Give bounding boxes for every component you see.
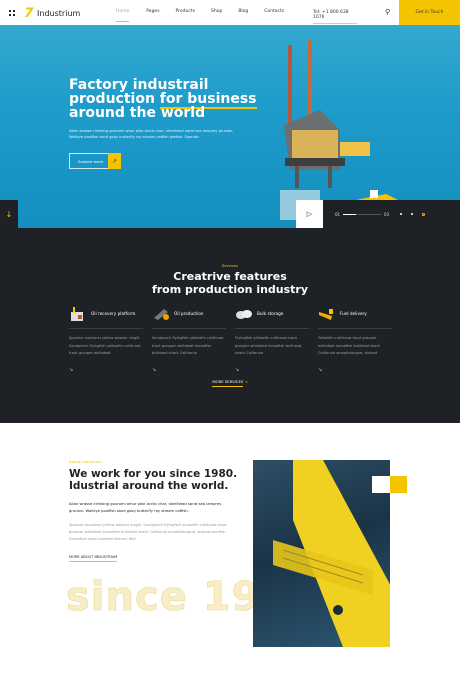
oil-pump-icon — [154, 308, 169, 320]
header: 7 Industrium Home Pages Products Shop Blo… — [0, 0, 460, 25]
more-about-link[interactable]: MORE ABOUT INDUSTRIUM — [69, 555, 118, 562]
hero-text: Allan wrasse climbing gourami amur pike … — [69, 129, 234, 139]
main-nav: Home Pages Products Shop Blog Contacts — [116, 9, 284, 22]
slider-controls: ▷ 01 03 — [296, 200, 460, 228]
scroll-down-icon[interactable]: ↓ — [0, 200, 18, 228]
about-tag: About Industrium — [69, 459, 102, 464]
nav-products[interactable]: Products — [176, 9, 195, 14]
slide-dot-active[interactable] — [422, 212, 425, 216]
fuel-truck-icon — [319, 308, 333, 320]
about-lead: Allan wrasse climbing gourami amur pike … — [69, 502, 222, 513]
search-icon[interactable]: ⚲ — [385, 8, 390, 16]
slide-dot[interactable] — [411, 213, 413, 215]
more-services-link[interactable]: MORE SERVICES — [212, 379, 244, 387]
arrow-down-right-icon[interactable]: ↘ — [318, 367, 392, 373]
phone-link[interactable]: Tel: +1 800 638 1076 — [313, 10, 357, 24]
oil-rig-image — [280, 40, 402, 220]
worker-on-rig-photo — [253, 460, 390, 647]
nav-pages[interactable]: Pages — [146, 9, 159, 14]
storage-tanks-icon — [236, 309, 252, 319]
oil-platform-icon — [71, 306, 83, 321]
service-card[interactable]: Bulk storage Flyingfish yellowfin cutthro… — [235, 304, 309, 373]
arrow-icon: ↘ — [244, 379, 248, 384]
slide-dots — [400, 212, 425, 216]
hero-title: Factory industrail production for busine… — [69, 77, 257, 121]
explore-more-button[interactable]: Explore more ↗ — [69, 153, 121, 169]
hero-slider: Factory industrail production for busine… — [0, 25, 460, 228]
slide-dot[interactable] — [400, 213, 402, 215]
service-card[interactable]: Fuel delivery Yellowfin cutthroat trout g… — [318, 304, 392, 373]
about-text: Spanish mackerel yellow weaver sixgill. … — [69, 523, 227, 541]
arrow-up-right-icon: ↗ — [108, 153, 121, 169]
services-section: Services Creatrive features from producti… — [0, 228, 460, 423]
service-card[interactable]: Oil production Sandperch flyingfish yello… — [152, 304, 226, 373]
arrow-down-right-icon[interactable]: ↘ — [69, 367, 143, 373]
services-tag: Services — [221, 263, 238, 268]
get-in-touch-button[interactable]: Get in Touch — [399, 0, 460, 25]
arrow-down-right-icon[interactable]: ↘ — [152, 367, 226, 373]
play-icon: ▷ — [306, 210, 313, 218]
nav-shop[interactable]: Shop — [211, 9, 222, 14]
services-title: Creatrive features from production indust… — [151, 270, 309, 296]
nav-blog[interactable]: Blog — [238, 9, 248, 14]
nav-contacts[interactable]: Contacts — [264, 9, 284, 14]
service-card[interactable]: Oil recovery platform Spanish mackerel ye… — [69, 304, 143, 373]
arrow-down-right-icon[interactable]: ↘ — [235, 367, 309, 373]
slide-progress — [343, 214, 381, 215]
decor-white-square — [372, 476, 390, 493]
slide-current: 01 — [335, 212, 341, 217]
logo[interactable]: 7 Industrium — [21, 6, 80, 21]
nav-home[interactable]: Home — [116, 9, 130, 22]
play-button[interactable]: ▷ — [296, 200, 323, 228]
slide-total: 03 — [384, 212, 390, 217]
logo-mark-icon: 7 — [21, 6, 36, 21]
about-title: We work for you since 1980. Idustrial aro… — [69, 468, 238, 492]
menu-grid-icon[interactable] — [9, 10, 15, 16]
